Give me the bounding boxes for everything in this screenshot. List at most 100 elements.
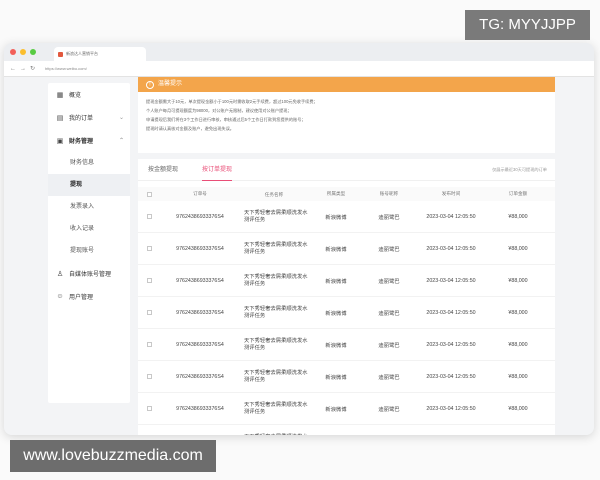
cell-name: 天下秀轻奢去屑柔顺洗发水测评任务 <box>244 273 308 287</box>
row-select-cell <box>138 406 160 411</box>
cell-order: 97624386933376S4 <box>176 373 224 380</box>
cell-time: 2023-03-04 12:05:50 <box>426 373 476 380</box>
sidebar-subitem-income[interactable]: 收入记录 <box>48 218 130 240</box>
sidebar-item-my-orders[interactable]: ▤ 我的订单 ⌄ <box>48 106 130 129</box>
cell-name: 天下秀轻奢去屑柔顺洗发水测评任务 <box>240 434 308 436</box>
table-row[interactable]: 97624386933376S4天下秀轻奢去屑柔顺洗发水测评任务新浪微博迪丽鹭巴… <box>138 425 555 436</box>
warning-icon: ! <box>146 80 154 89</box>
cell-time: 2023-03-04 12:05:50 <box>426 213 476 220</box>
grid-icon: ▦ <box>56 91 64 99</box>
table-row[interactable]: 97624386933376S4天下秀轻奢去屑柔顺洗发水测评任务新浪微博迪丽鹭巴… <box>138 361 555 393</box>
page-content: ▦ 概览 ▤ 我的订单 ⌄ ▣ 财务管理 ⌃ 财务信息 提现 发票录入 收入记录… <box>4 77 594 435</box>
back-arrow-icon[interactable]: ← <box>10 66 16 72</box>
cell-platform: 新浪微博 <box>325 214 347 221</box>
sidebar-item-label: 我的订单 <box>69 116 94 122</box>
cell-order: 97624386933376S4 <box>176 341 224 348</box>
row-checkbox[interactable] <box>146 374 152 379</box>
tab-by-order[interactable]: 按订单提现 <box>202 159 233 181</box>
table-row[interactable]: 97624386933376S4天下秀轻奢去屑柔顺洗发水测评任务新浪微博迪丽鹭巴… <box>138 201 555 233</box>
minimize-window-icon[interactable] <box>20 49 26 55</box>
cell-order: 97624386933376S4 <box>176 277 224 284</box>
table-row[interactable]: 97624386933376S4天下秀轻奢去屑柔顺洗发水测评任务新浪微博迪丽鹭巴… <box>138 393 555 425</box>
row-checkbox[interactable] <box>146 278 152 283</box>
cell-order: 97624386933376S4 <box>176 213 224 220</box>
cell-name: 天下秀轻奢去屑柔顺洗发水测评任务 <box>244 241 308 255</box>
url-field[interactable]: https://www.weibo.com/ <box>45 64 125 74</box>
watermark-top: TG: MYYJJPP <box>465 10 590 40</box>
notice-line: 提现金额需大于10元，单次提现金额小于100元时需收取2元手续费，超过100元免… <box>146 99 318 104</box>
row-checkbox[interactable] <box>146 246 152 251</box>
browser-titlebar: 新浪达人营销平台 <box>4 43 594 61</box>
row-select-cell <box>138 374 160 379</box>
sidebar-item-media-accounts[interactable]: ♙ 自媒体账号管理 <box>48 262 130 285</box>
header-account: 账号昵称 <box>379 191 399 196</box>
notice-line: 提现时请认真核对金额及账户，避免出现失误。 <box>146 126 234 131</box>
sidebar-subitem-finance-info[interactable]: 财务信息 <box>48 152 130 174</box>
cell-name: 天下秀轻奢去屑柔顺洗发水测评任务 <box>244 401 308 415</box>
row-checkbox[interactable] <box>146 310 152 315</box>
cell-account: 迪丽鹭巴 <box>378 342 400 349</box>
row-select-cell <box>138 214 160 219</box>
cell-name: 天下秀轻奢去屑柔顺洗发水测评任务 <box>244 305 308 319</box>
cell-order: 97624386933376S4 <box>176 309 224 316</box>
browser-window: 新浪达人营销平台 ← → ↻ https://www.weibo.com/ ▦ … <box>4 43 594 435</box>
notice-title: 温馨提示 <box>158 81 183 87</box>
cell-amount: ¥88,000 <box>508 309 528 316</box>
reload-icon[interactable]: ↻ <box>30 65 35 72</box>
cell-name: 天下秀轻奢去屑柔顺洗发水测评任务 <box>244 337 308 351</box>
screenshot-stage: TG: MYYJJPP 新浪达人营销平台 ← → ↻ https://www.w… <box>0 0 600 480</box>
sidebar-subitem-invoice[interactable]: 发票录入 <box>48 196 130 218</box>
table-row[interactable]: 97624386933376S4 天下秀轻奢去屑柔顺洗发水测评任务 新浪微博 迪丽鹭巴… <box>138 329 555 361</box>
table-row[interactable]: 97624386933376S4天下秀轻奢去屑柔顺洗发水测评任务新浪微博迪丽鹭巴… <box>138 233 555 265</box>
wallet-icon: ▣ <box>56 137 64 145</box>
notice-line: 申请提现后我们将在3个工作日进行审核，审核通过后5个工作日打款到您提供的账号； <box>146 117 306 122</box>
table-row[interactable]: 97624386933376S4天下秀轻奢去屑柔顺洗发水测评任务新浪微博迪丽鹭巴… <box>138 297 555 329</box>
row-checkbox[interactable] <box>146 214 152 219</box>
cell-platform: 新浪微博 <box>325 406 347 413</box>
sidebar-item-overview[interactable]: ▦ 概览 <box>48 83 130 106</box>
cell-order: 97624386933376S4 <box>176 405 224 412</box>
sidebar-item-finance[interactable]: ▣ 财务管理 ⌃ <box>48 129 130 152</box>
tab-by-amount[interactable]: 按金额提现 <box>148 159 178 181</box>
select-all-checkbox[interactable] <box>146 191 152 197</box>
cell-account: 迪丽鹭巴 <box>378 278 400 285</box>
cell-amount: ¥88,000 <box>508 405 528 412</box>
forward-arrow-icon[interactable]: → <box>20 66 26 72</box>
table-row[interactable]: 97624386933376S4 天下秀轻奢去屑柔顺洗发水测评任务 新浪微博 迪丽鹭巴… <box>138 265 555 297</box>
favicon-icon <box>58 51 63 57</box>
row-select-cell <box>138 246 160 251</box>
sidebar-item-users[interactable]: ☺ 用户管理 <box>48 285 130 308</box>
cell-amount: ¥88,000 <box>508 373 528 380</box>
row-select-cell <box>138 310 160 315</box>
cell-platform: 新浪微博 <box>325 342 347 349</box>
cell-platform: 新浪微博 <box>325 278 347 285</box>
maximize-window-icon[interactable] <box>30 49 36 55</box>
withdraw-panel: 按金额提现 按订单提现 仅展示最近30天可提现的订单 订单号 任务名称 所属类型… <box>138 159 555 435</box>
address-bar: ← → ↻ https://www.weibo.com/ <box>4 61 594 77</box>
header-amount: 订单金额 <box>508 191 528 196</box>
tabs-hint: 仅展示最近30天可提现的订单 <box>492 166 547 172</box>
user-card-icon: ♙ <box>56 270 64 278</box>
cell-time: 2023-03-04 12:05:50 <box>426 245 476 252</box>
sidebar: ▦ 概览 ▤ 我的订单 ⌄ ▣ 财务管理 ⌃ 财务信息 提现 发票录入 收入记录… <box>48 83 130 403</box>
close-window-icon[interactable] <box>10 49 16 55</box>
withdraw-tabs: 按金额提现 按订单提现 仅展示最近30天可提现的订单 <box>138 159 555 181</box>
sidebar-subitem-withdraw[interactable]: 提现 <box>48 174 130 196</box>
notice-panel: ! 温馨提示 提现金额需大于10元，单次提现金额小于100元时需收取2元手续费，… <box>138 77 555 153</box>
cell-account: 迪丽鹭巴 <box>378 374 400 381</box>
header-platform: 所属类型 <box>326 191 346 196</box>
cell-time: 2023-03-04 12:05:50 <box>426 309 476 316</box>
row-checkbox[interactable] <box>146 342 152 347</box>
select-all-cell <box>138 191 160 197</box>
cell-order: 97624386933376S4 <box>176 245 224 252</box>
row-checkbox[interactable] <box>146 406 152 411</box>
chevron-up-icon: ⌃ <box>118 138 124 144</box>
table-body: 97624386933376S4 天下秀轻奢去屑柔顺洗发水测评任务 新浪微博 迪丽鹭巴… <box>138 201 555 435</box>
watermark-bottom: www.lovebuzzmedia.com <box>10 440 216 472</box>
notice-line: 个人账户每月可提现额度为98000，对公账户无限制，建议使用对公账户提现； <box>146 108 292 113</box>
header-time: 发布时间 <box>441 191 461 196</box>
cell-amount: ¥88,000 <box>508 213 528 220</box>
browser-tab[interactable]: 新浪达人营销平台 <box>54 47 146 61</box>
sidebar-subitem-withdraw-account[interactable]: 提现账号 <box>48 240 130 262</box>
sidebar-item-label: 自媒体账号管理 <box>69 272 112 278</box>
